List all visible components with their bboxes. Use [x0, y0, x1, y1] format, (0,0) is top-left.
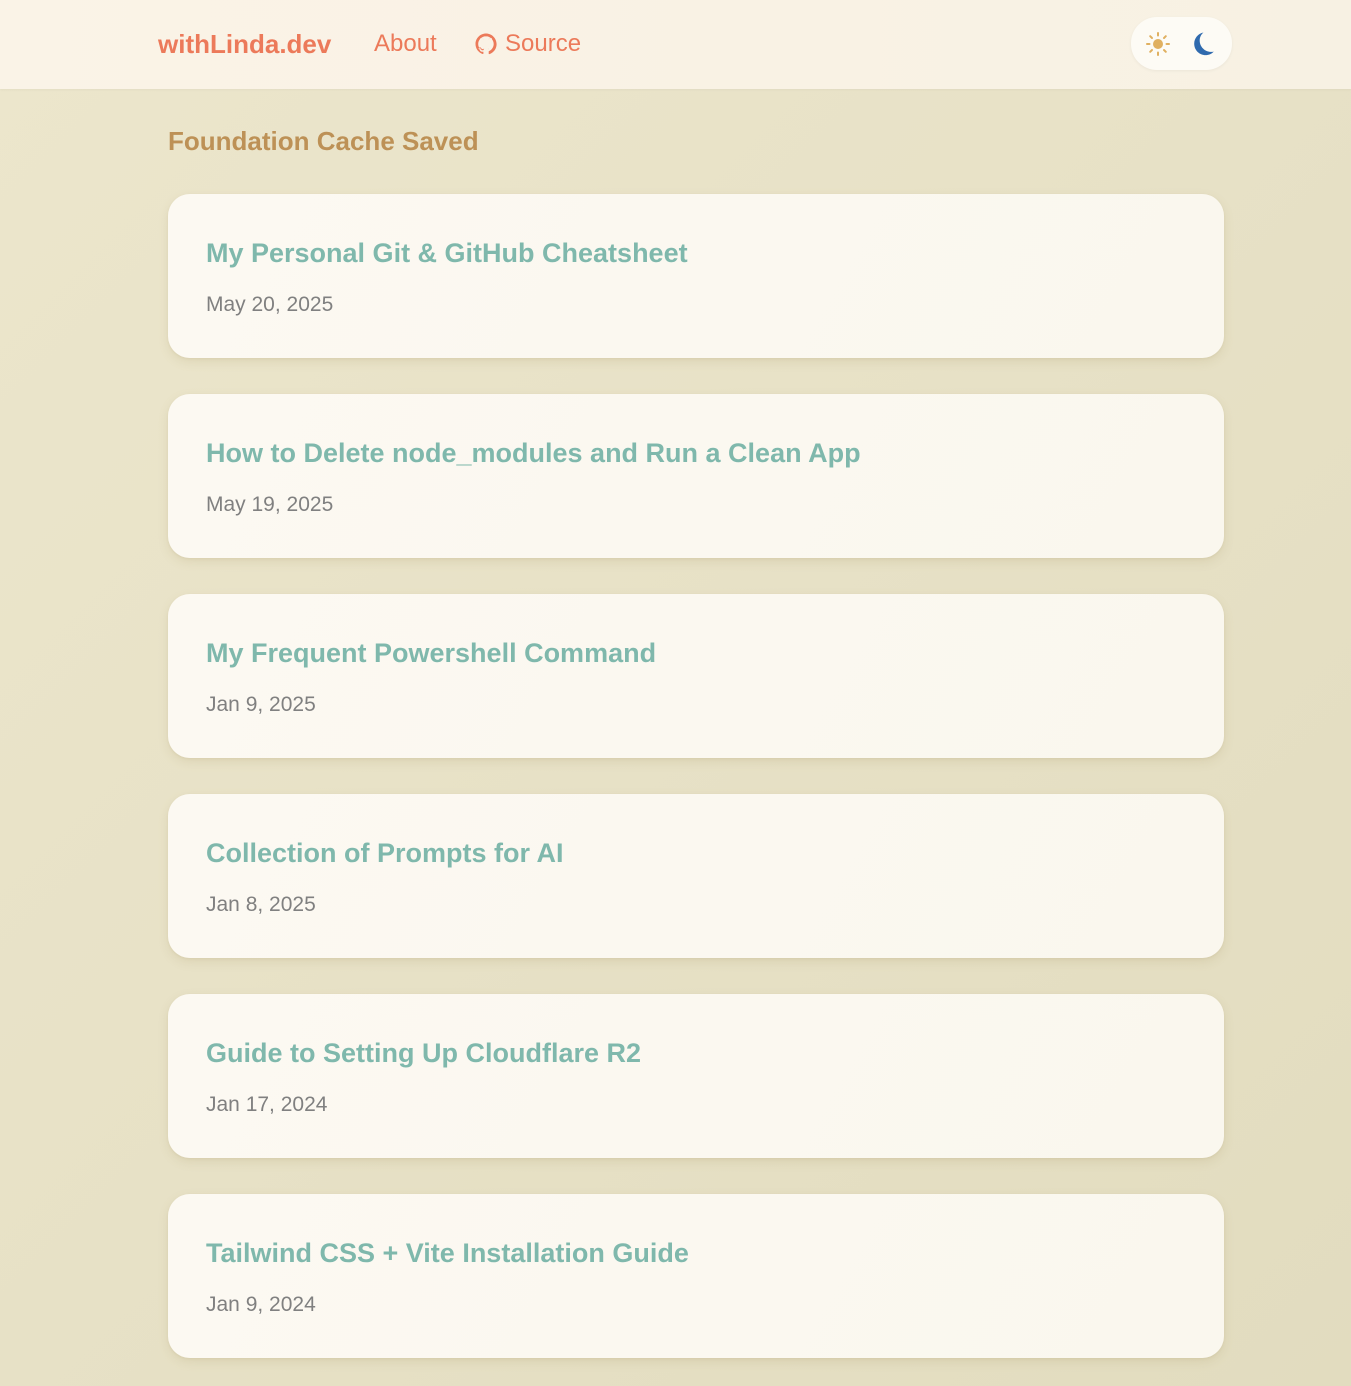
section-title: Foundation Cache Saved — [168, 126, 479, 156]
post-date: Jan 9, 2024 — [206, 1293, 316, 1316]
post-date: Jan 8, 2025 — [206, 893, 316, 916]
post-title-link[interactable]: Collection of Prompts for AI — [206, 836, 564, 870]
post-date: May 19, 2025 — [206, 493, 334, 516]
post-date: Jan 17, 2024 — [206, 1093, 328, 1116]
site-header: withLinda.dev About Source — [0, 0, 1351, 89]
post-title-link[interactable]: How to Delete node_modules and Run a Cle… — [206, 436, 861, 470]
sun-icon[interactable] — [1145, 31, 1171, 57]
post-card[interactable]: My Frequent Powershell Command Jan 9, 20… — [168, 594, 1224, 758]
nav-source-link[interactable]: Source — [474, 29, 581, 59]
github-icon — [474, 32, 498, 56]
post-card[interactable]: My Personal Git & GitHub Cheatsheet May … — [168, 194, 1224, 358]
post-card[interactable]: How to Delete node_modules and Run a Cle… — [168, 394, 1224, 558]
nav-source-label: Source — [505, 30, 582, 57]
post-card[interactable]: Guide to Setting Up Cloudflare R2 Jan 17… — [168, 994, 1224, 1158]
moon-icon[interactable] — [1191, 30, 1218, 57]
post-title-link[interactable]: Tailwind CSS + Vite Installation Guide — [206, 1236, 689, 1270]
post-title-link[interactable]: Guide to Setting Up Cloudflare R2 — [206, 1036, 641, 1070]
theme-toggle — [1131, 17, 1232, 70]
post-date: May 20, 2025 — [206, 293, 334, 316]
nav-about-link[interactable]: About — [374, 29, 437, 59]
post-card[interactable]: Collection of Prompts for AI Jan 8, 2025 — [168, 794, 1224, 958]
post-title-link[interactable]: My Frequent Powershell Command — [206, 636, 656, 670]
post-card[interactable]: Tailwind CSS + Vite Installation Guide J… — [168, 1194, 1224, 1358]
post-date: Jan 9, 2025 — [206, 693, 316, 716]
post-title-link[interactable]: My Personal Git & GitHub Cheatsheet — [206, 236, 688, 270]
site-logo-link[interactable]: withLinda.dev — [158, 28, 331, 60]
